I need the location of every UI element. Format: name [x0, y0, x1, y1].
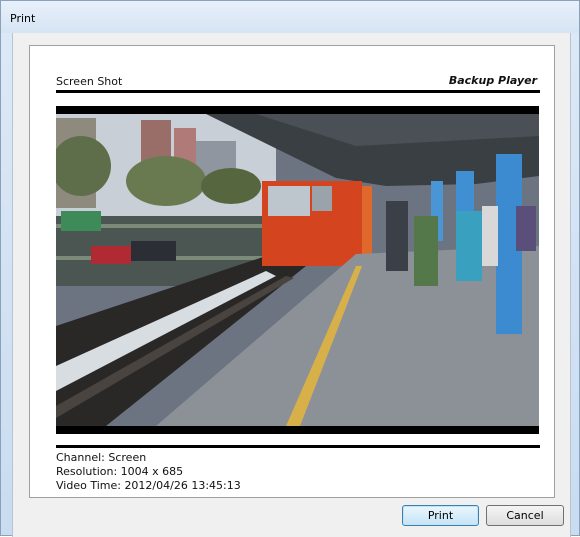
- channel-text: Channel: Screen: [56, 451, 147, 464]
- page-header-title: Screen Shot: [56, 75, 123, 88]
- dialog-body: Screen Shot Backup Player Channel: Scree…: [12, 33, 571, 537]
- cancel-button[interactable]: Cancel: [486, 505, 564, 526]
- header-rule: [56, 90, 540, 93]
- video-time-text: Video Time: 2012/04/26 13:45:13: [56, 479, 241, 492]
- metro-station-picture: [56, 106, 539, 434]
- print-button[interactable]: Print: [402, 505, 479, 526]
- print-preview-page: Screen Shot Backup Player Channel: Scree…: [29, 45, 555, 498]
- snapshot-image: [56, 106, 539, 434]
- page-header-app-name: Backup Player: [448, 74, 537, 87]
- print-dialog: Print Screen Shot Backup Player Channel:…: [0, 0, 580, 537]
- footer-rule: [56, 445, 540, 448]
- window-title: Print: [10, 12, 36, 25]
- title-bar[interactable]: Print: [1, 1, 579, 33]
- resolution-text: Resolution: 1004 x 685: [56, 465, 184, 478]
